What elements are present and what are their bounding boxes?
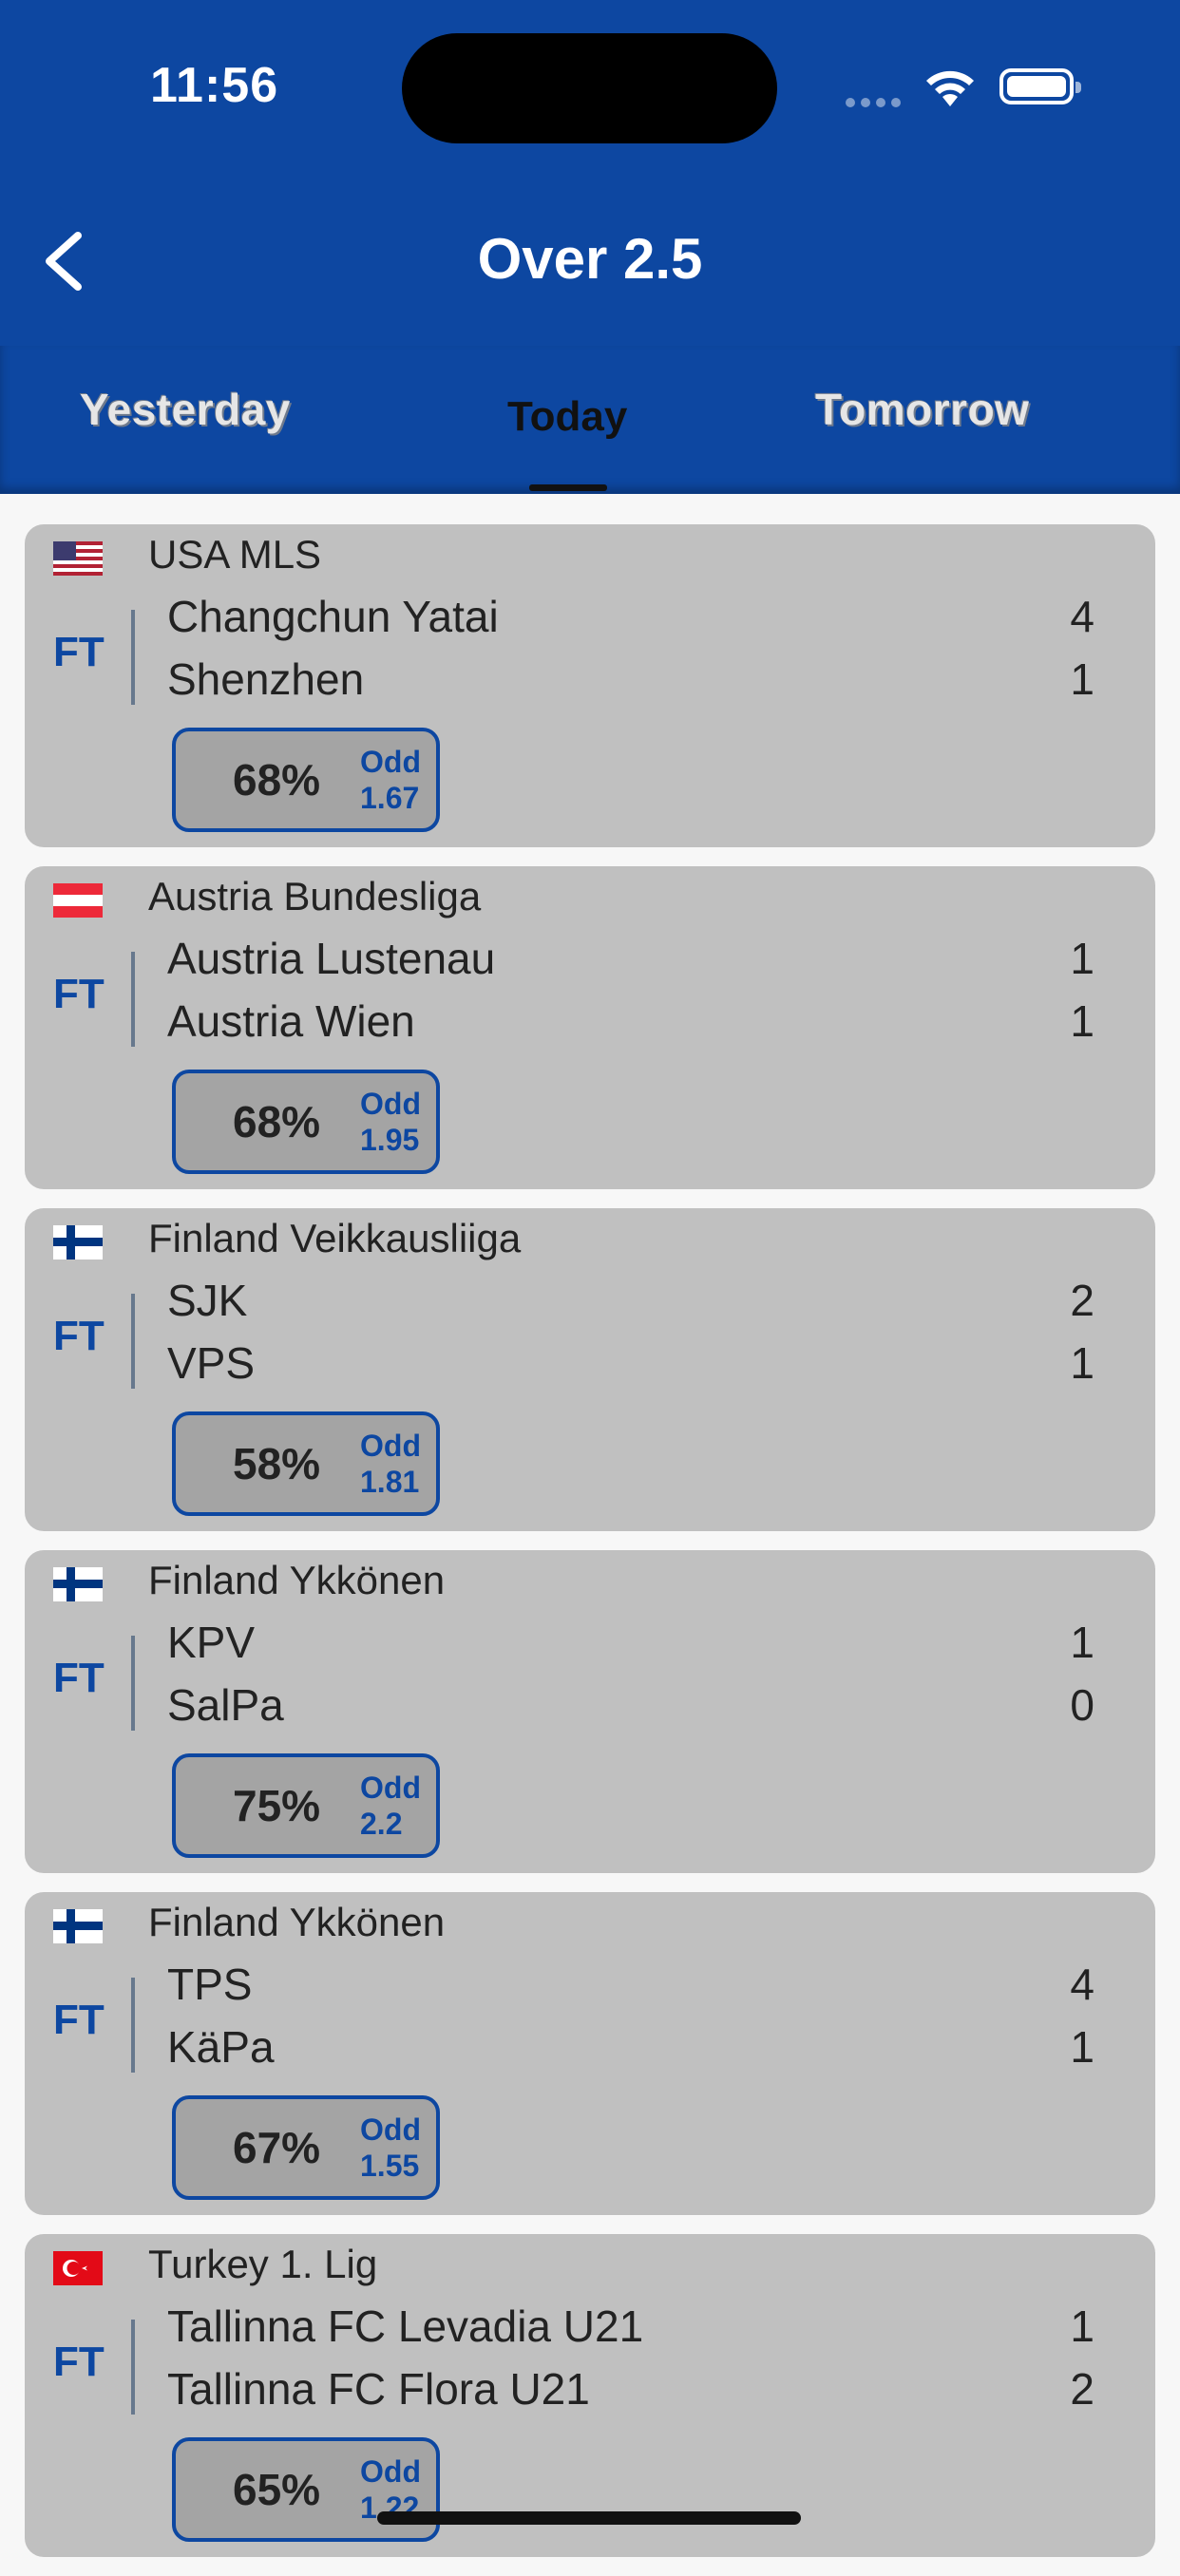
odd-label: Odd xyxy=(360,1429,421,1463)
away-score: 1 xyxy=(1070,654,1094,704)
match-card[interactable]: Austria Bundesliga FT Austria Lustenau A… xyxy=(25,866,1155,1189)
prediction-percent: 75% xyxy=(233,1781,321,1830)
match-status: FT xyxy=(53,2339,105,2385)
match-card[interactable]: Finland Ykkönen FT KPV SalPa 1 0 75% Odd… xyxy=(25,1550,1155,1873)
match-status: FT xyxy=(53,1313,105,1359)
divider xyxy=(131,1294,135,1389)
league-name: Turkey 1. Lig xyxy=(148,2242,378,2286)
away-team: Austria Wien xyxy=(167,996,415,1046)
odd-label: Odd xyxy=(360,1771,421,1805)
navigation-bar: Over 2.5 xyxy=(0,190,1180,332)
home-score: 1 xyxy=(1070,1618,1094,1667)
finland-flag-icon xyxy=(53,1567,103,1601)
league-name: Finland Veikkausliiga xyxy=(148,1216,522,1260)
tab-today[interactable]: Today xyxy=(507,393,627,441)
prediction-badge: 75% Odd 2.2 xyxy=(172,1753,440,1858)
divider xyxy=(131,1978,135,2073)
prediction-badge: 68% Odd 1.67 xyxy=(172,728,440,832)
away-score: 1 xyxy=(1070,1338,1094,1388)
odd-label: Odd xyxy=(360,745,421,779)
app-header: 11:56 Over 2.5 xyxy=(0,0,1180,346)
divider xyxy=(131,952,135,1047)
prediction-percent: 67% xyxy=(233,2123,321,2172)
odd-value: 1.67 xyxy=(360,781,420,815)
league-name: Finland Ykkönen xyxy=(148,1558,446,1602)
wifi-icon xyxy=(926,70,974,106)
austria-flag-icon xyxy=(53,883,103,918)
status-bar: 11:56 xyxy=(0,0,1180,171)
turkey-flag-icon xyxy=(53,2251,103,2285)
home-team: TPS xyxy=(167,1960,253,2009)
home-score: 1 xyxy=(1070,934,1094,983)
away-score: 1 xyxy=(1070,996,1094,1046)
home-indicator[interactable] xyxy=(377,2511,801,2525)
home-team: Austria Lustenau xyxy=(167,934,496,983)
match-status: FT xyxy=(53,971,105,1017)
prediction-percent: 58% xyxy=(233,1439,321,1488)
active-tab-indicator xyxy=(529,484,607,491)
dynamic-island xyxy=(402,33,777,143)
home-team: Tallinna FC Levadia U21 xyxy=(167,2301,644,2351)
prediction-badge: 68% Odd 1.95 xyxy=(172,1070,440,1174)
page-title: Over 2.5 xyxy=(477,227,703,291)
odd-label: Odd xyxy=(360,2454,421,2489)
match-card[interactable]: Turkey 1. Lig FT Tallinna FC Levadia U21… xyxy=(25,2234,1155,2557)
away-team: SalPa xyxy=(167,1680,284,1730)
finland-flag-icon xyxy=(53,1225,103,1260)
odd-value: 1.55 xyxy=(360,2149,420,2183)
prediction-percent: 65% xyxy=(233,2465,321,2514)
away-score: 2 xyxy=(1070,2364,1094,2414)
home-score: 2 xyxy=(1070,1276,1094,1325)
away-score: 0 xyxy=(1070,1680,1094,1730)
league-name: USA MLS xyxy=(148,532,322,577)
cellular-signal-icon xyxy=(846,95,906,112)
match-status: FT xyxy=(53,1655,105,1701)
away-team: VPS xyxy=(167,1338,256,1388)
match-status: FT xyxy=(53,1997,105,2043)
odd-value: 1.95 xyxy=(360,1123,420,1157)
day-tabs: Yesterday Today Tomorrow xyxy=(0,346,1180,494)
divider xyxy=(131,1636,135,1731)
league-name: Austria Bundesliga xyxy=(148,874,482,919)
match-list: USA MLS FT Changchun Yatai Shenzhen 4 1 … xyxy=(25,524,1155,2576)
odd-label: Odd xyxy=(360,1087,421,1121)
away-score: 1 xyxy=(1070,2022,1094,2072)
prediction-badge: 58% Odd 1.81 xyxy=(172,1411,440,1516)
match-status: FT xyxy=(53,629,105,675)
home-team: Changchun Yatai xyxy=(167,592,499,641)
match-card[interactable]: USA MLS FT Changchun Yatai Shenzhen 4 1 … xyxy=(25,524,1155,847)
divider xyxy=(131,610,135,705)
divider xyxy=(131,2320,135,2415)
league-name: Finland Ykkönen xyxy=(148,1900,446,1944)
home-score: 4 xyxy=(1070,592,1094,641)
away-team: KäPa xyxy=(167,2022,275,2072)
prediction-percent: 68% xyxy=(233,755,321,805)
home-team: KPV xyxy=(167,1618,256,1667)
tab-tomorrow[interactable]: Tomorrow xyxy=(815,384,1029,435)
away-team: Tallinna FC Flora U21 xyxy=(167,2364,590,2414)
finland-flag-icon xyxy=(53,1909,103,1943)
prediction-badge: 65% Odd 1.22 xyxy=(172,2437,440,2542)
odd-label: Odd xyxy=(360,2112,421,2147)
odd-value: 2.2 xyxy=(360,1807,403,1841)
prediction-percent: 68% xyxy=(233,1097,321,1146)
home-score: 1 xyxy=(1070,2301,1094,2351)
prediction-badge: 67% Odd 1.55 xyxy=(172,2095,440,2200)
home-team: SJK xyxy=(167,1276,248,1325)
match-card[interactable]: Finland Ykkönen FT TPS KäPa 4 1 67% Odd … xyxy=(25,1892,1155,2215)
odd-value: 1.81 xyxy=(360,1465,420,1499)
match-card[interactable]: Finland Veikkausliiga FT SJK VPS 2 1 58%… xyxy=(25,1208,1155,1531)
status-time: 11:56 xyxy=(150,58,279,113)
usa-flag-icon xyxy=(53,541,103,576)
away-team: Shenzhen xyxy=(167,654,365,704)
tab-yesterday[interactable]: Yesterday xyxy=(80,384,291,435)
home-score: 4 xyxy=(1070,1960,1094,2009)
battery-icon xyxy=(999,68,1081,104)
